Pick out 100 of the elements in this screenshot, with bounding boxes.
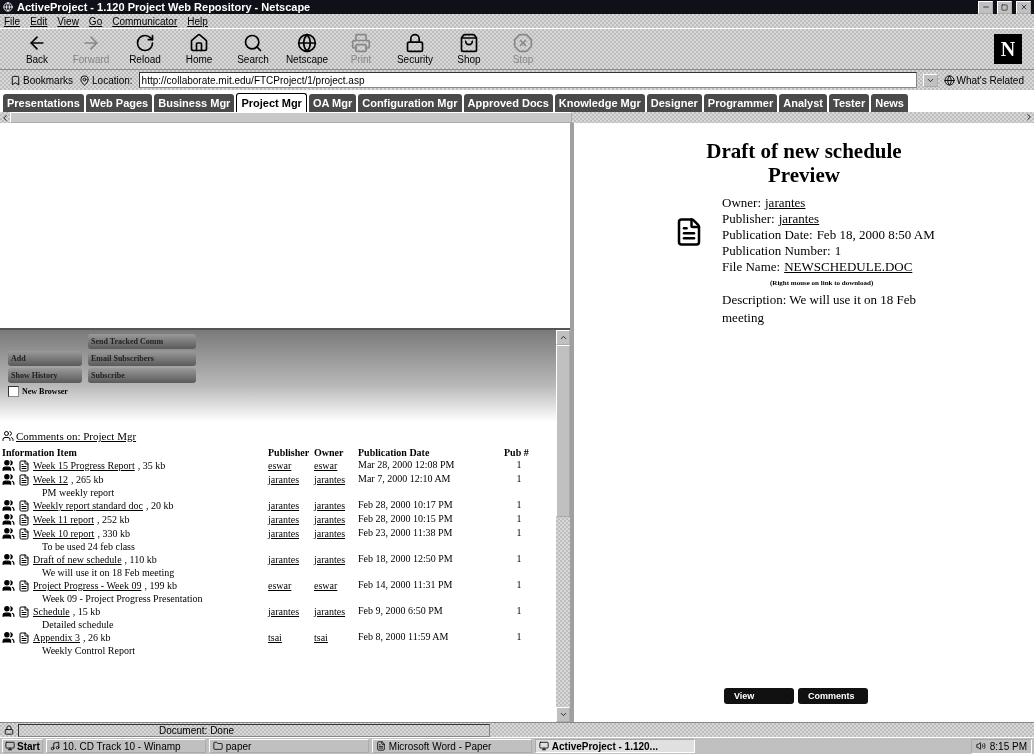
- owner-link[interactable]: jarantes: [314, 528, 346, 539]
- item-link[interactable]: Week 12: [33, 474, 68, 485]
- file-size: , 265 kb: [71, 474, 104, 485]
- item-link[interactable]: Week 10 report: [33, 528, 95, 539]
- whats-related-button[interactable]: What's Related: [943, 74, 1024, 86]
- menu-item[interactable]: View: [57, 15, 79, 27]
- browser-logo: N: [994, 34, 1022, 64]
- url-field[interactable]: http://collaborate.mit.edu/FTCProject/1/project.asp: [138, 72, 917, 88]
- preview-button[interactable]: View: [724, 688, 794, 704]
- tab[interactable]: Knowledge Mgr: [554, 94, 645, 112]
- publisher-link[interactable]: tsai: [268, 632, 282, 643]
- document-icon: [18, 499, 30, 512]
- owner-link[interactable]: jarantes: [314, 474, 346, 485]
- field-link[interactable]: NEWSCHEDULE.DOC: [784, 259, 913, 275]
- bookmarks-button[interactable]: Bookmarks: [10, 74, 73, 86]
- file-size: , 110 kb: [124, 554, 157, 565]
- toolbar-button[interactable]: Search: [228, 30, 278, 68]
- tab[interactable]: Project Mgr: [236, 93, 307, 112]
- horizontal-scrollbar[interactable]: [0, 112, 1034, 123]
- item-link[interactable]: Weekly report standard doc: [33, 500, 143, 511]
- menu-item[interactable]: File: [4, 15, 21, 27]
- field-link[interactable]: jarantes: [765, 195, 806, 211]
- action-button[interactable]: Show History: [8, 368, 82, 383]
- toolbar-button[interactable]: Shop: [444, 30, 494, 68]
- action-button[interactable]: Send Tracked Comm: [88, 334, 196, 349]
- comments-link[interactable]: Comments on: Project Mgr: [2, 430, 137, 442]
- owner-link[interactable]: jarantes: [314, 500, 346, 511]
- tab[interactable]: Approved Docs: [463, 94, 553, 112]
- publisher-link[interactable]: jarantes: [268, 554, 300, 565]
- tab[interactable]: Web Pages: [85, 94, 153, 112]
- tab[interactable]: News: [871, 94, 908, 112]
- tab[interactable]: Presentations: [3, 94, 84, 112]
- preview-title: Draft of new schedule: [706, 139, 902, 163]
- start-button[interactable]: Start: [2, 739, 43, 753]
- taskbar-button[interactable]: Microsoft Word - Paper: [371, 739, 532, 753]
- pub-number-cell-text: 1: [515, 605, 523, 618]
- item-description: PM weekly report: [41, 487, 116, 498]
- field-link[interactable]: jarantes: [778, 211, 820, 227]
- item-link[interactable]: Appendix 3: [33, 632, 80, 643]
- vertical-scrollbar[interactable]: [556, 330, 570, 722]
- toolbar-button[interactable]: Netscape: [282, 30, 332, 68]
- item-link[interactable]: Draft of new schedule: [33, 554, 122, 565]
- maximize-button[interactable]: [997, 0, 1012, 14]
- owner-link[interactable]: jarantes: [314, 606, 346, 617]
- tab[interactable]: Designer: [646, 94, 702, 112]
- shopping-bag-icon: [459, 33, 479, 53]
- action-button[interactable]: Email Subscribers: [88, 351, 196, 366]
- toolbar-button[interactable]: Back: [12, 30, 62, 68]
- owner-link[interactable]: jarantes: [314, 514, 346, 525]
- menu-item[interactable]: Help: [187, 15, 208, 27]
- speaker-icon[interactable]: [975, 741, 986, 751]
- stop-icon: [513, 33, 533, 53]
- tab[interactable]: OA Mgr: [308, 94, 357, 112]
- people-icon: [2, 605, 15, 618]
- preview-button[interactable]: Comments: [798, 688, 868, 704]
- action-button[interactable]: Add: [8, 351, 82, 366]
- file-size: , 330 kb: [97, 528, 130, 539]
- document-icon: [18, 579, 30, 592]
- date-cell-text: Mar 28, 2000 12:08 PM: [358, 459, 456, 472]
- file-size: , 20 kb: [146, 500, 174, 511]
- tab[interactable]: Programmer: [703, 94, 778, 112]
- owner-link[interactable]: tsai: [314, 632, 328, 643]
- pub-number-cell-text: 1: [515, 553, 523, 566]
- taskbar-button[interactable]: paper: [208, 739, 369, 753]
- owner-link[interactable]: eswar: [314, 580, 338, 591]
- owner-link[interactable]: eswar: [314, 460, 338, 471]
- publisher-link[interactable]: jarantes: [268, 606, 300, 617]
- action-button[interactable]: Subscribe: [88, 368, 196, 383]
- menu-item[interactable]: Go: [88, 15, 103, 27]
- item-link[interactable]: Week 15 Progress Report: [33, 460, 135, 471]
- tab[interactable]: Business Mgr: [154, 94, 235, 112]
- field-label: Owner:: [722, 195, 761, 211]
- tab[interactable]: Tester: [829, 94, 870, 112]
- publisher-link[interactable]: jarantes: [268, 474, 300, 485]
- checkbox[interactable]: [8, 386, 19, 397]
- toolbar-button[interactable]: Home: [174, 30, 224, 68]
- toolbar-button[interactable]: Security: [390, 30, 440, 68]
- status-text: Document: Done: [18, 723, 490, 737]
- owner-link[interactable]: jarantes: [314, 554, 346, 565]
- publisher-link[interactable]: eswar: [268, 460, 292, 471]
- dropdown-button[interactable]: [922, 73, 938, 87]
- tab[interactable]: Configuration Mgr: [358, 94, 462, 112]
- item-link[interactable]: Week 11 report: [33, 514, 95, 525]
- menu-item[interactable]: Communicator: [112, 15, 178, 27]
- field-label: Publication Number:: [722, 243, 831, 259]
- publisher-link[interactable]: eswar: [268, 580, 292, 591]
- minimize-button[interactable]: [978, 0, 993, 14]
- item-link[interactable]: Schedule: [33, 606, 70, 617]
- document-icon: [18, 459, 30, 472]
- publisher-link[interactable]: jarantes: [268, 528, 300, 539]
- toolbar-button[interactable]: Reload: [120, 30, 170, 68]
- taskbar-button[interactable]: ActiveProject - 1.120...: [534, 739, 695, 753]
- menu-item[interactable]: Edit: [30, 15, 48, 27]
- publisher-link[interactable]: jarantes: [268, 514, 300, 525]
- item-link[interactable]: Project Progress - Week 09: [33, 580, 142, 591]
- tab[interactable]: Analyst: [779, 94, 827, 112]
- window-title: ActiveProject - 1.120 Project Web Repository - Netscape: [17, 1, 312, 13]
- publisher-link[interactable]: jarantes: [268, 500, 300, 511]
- taskbar-button[interactable]: 10. CD Track 10 - Winamp: [45, 739, 206, 753]
- close-button[interactable]: [1016, 0, 1031, 14]
